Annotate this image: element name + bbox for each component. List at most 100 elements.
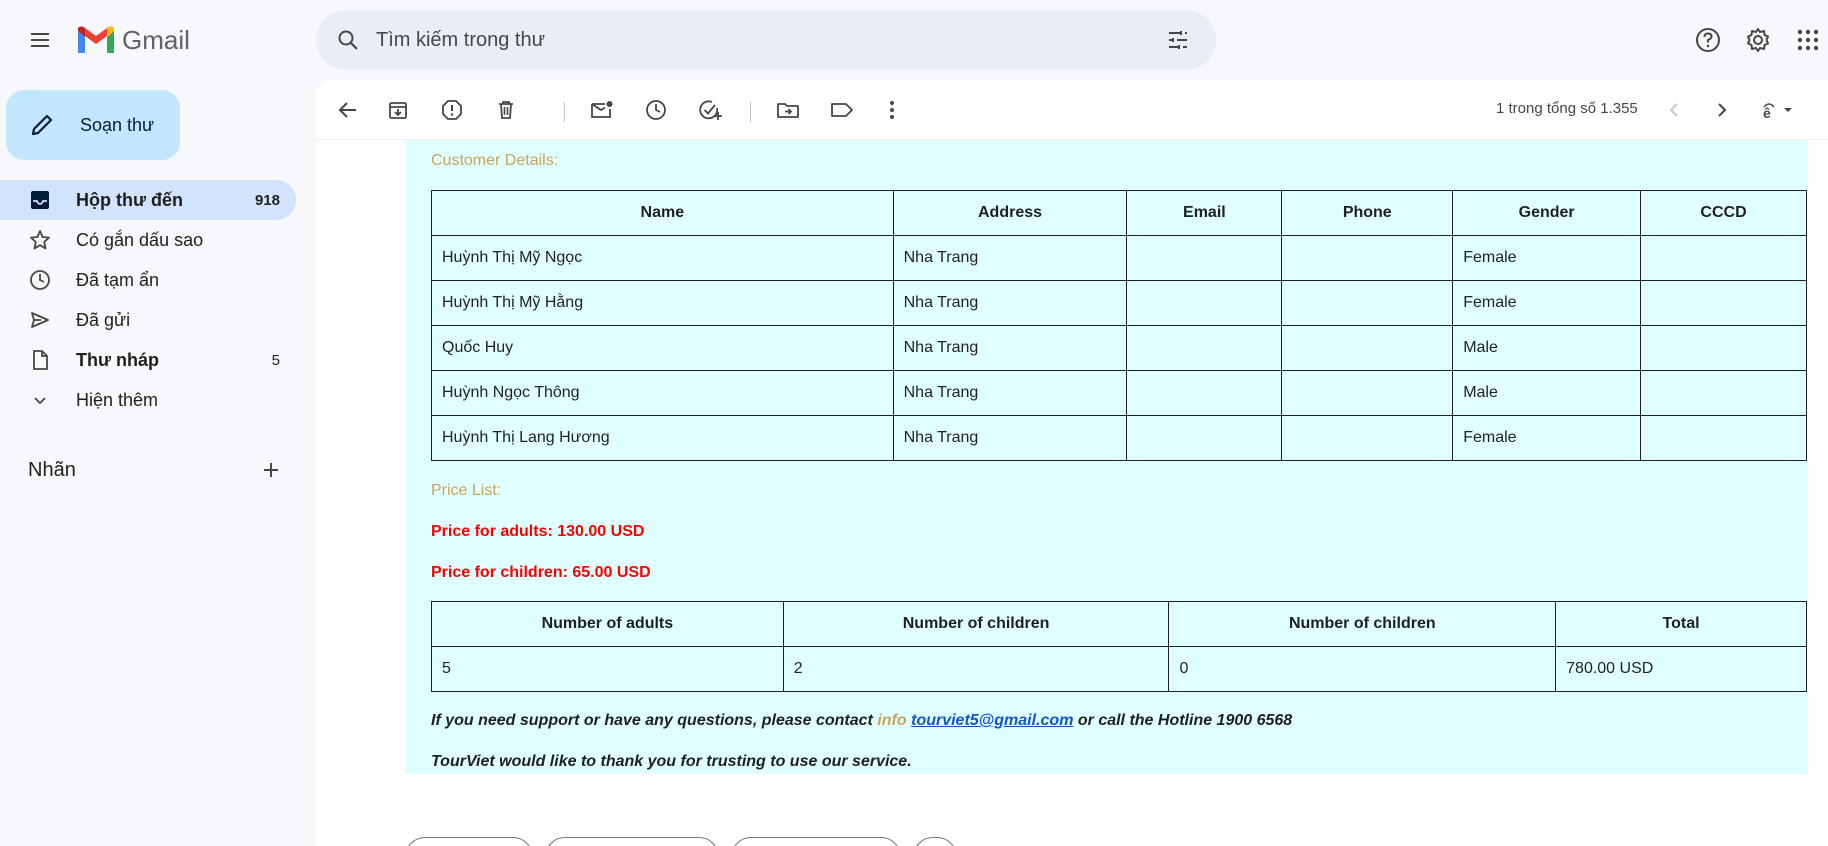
- clock-icon: [28, 268, 52, 292]
- sidebar-item-label: Hiện thêm: [76, 389, 159, 410]
- support-email-link[interactable]: tourviet5@gmail.com: [911, 712, 1073, 729]
- report-spam-icon[interactable]: [432, 90, 472, 130]
- support-suffix: or call the Hotline 1900 6568: [1073, 712, 1293, 729]
- top-right-actions: [1678, 20, 1828, 60]
- chevron-down-icon: [28, 388, 52, 412]
- compose-button[interactable]: Soạn thư: [6, 90, 180, 160]
- table-header-row: Number of adults Number of children Numb…: [431, 601, 1807, 647]
- emoji-reaction-button[interactable]: [913, 837, 957, 846]
- toolbar-divider: [750, 102, 751, 122]
- sidebar-item-label: Thư nháp: [76, 349, 160, 370]
- send-icon: [28, 308, 52, 332]
- table-cell: [1126, 235, 1283, 281]
- more-vert-icon[interactable]: [872, 90, 912, 130]
- table-cell: 0: [1168, 646, 1557, 692]
- email-body: Customer Details: Name Address Email Pho…: [405, 140, 1807, 774]
- message-toolbar: 1 trong tổng số 1.355 ê: [316, 80, 1828, 140]
- reply-all-button[interactable]: [545, 837, 719, 846]
- unread-count: 918: [254, 191, 280, 209]
- move-to-folder-icon[interactable]: [768, 90, 808, 130]
- snooze-clock-icon[interactable]: [636, 90, 676, 130]
- apps-grid-icon[interactable]: [1788, 20, 1828, 60]
- table-cell: [1281, 415, 1454, 461]
- column-header: Total: [1555, 601, 1807, 647]
- add-task-icon[interactable]: [690, 90, 730, 130]
- table-cell: [1640, 280, 1807, 326]
- table-cell: Huỳnh Thị Mỹ Hằng: [431, 280, 894, 326]
- search-input[interactable]: [376, 28, 1136, 52]
- labels-header: Nhãn: [28, 450, 286, 490]
- table-cell: [1281, 280, 1454, 326]
- forward-button[interactable]: [731, 837, 901, 846]
- app-name: Gmail: [122, 24, 190, 55]
- gmail-m-icon: [78, 26, 114, 53]
- star-icon: [28, 228, 52, 252]
- inbox-icon: [28, 188, 52, 212]
- compose-label: Soạn thư: [80, 114, 155, 135]
- file-icon: [28, 348, 52, 372]
- settings-gear-icon[interactable]: [1738, 20, 1778, 60]
- table-cell: [1281, 370, 1454, 416]
- column-header: Email: [1126, 190, 1283, 236]
- chevron-left-icon[interactable]: [1654, 90, 1694, 130]
- column-header: Number of children: [782, 601, 1170, 647]
- table-cell: Nha Trang: [892, 280, 1128, 326]
- table-row: 5 2 0 780.00 USD: [431, 646, 1807, 692]
- column-header: Name: [431, 190, 894, 236]
- search-icon[interactable]: [328, 20, 368, 60]
- label-tag-icon[interactable]: [822, 90, 862, 130]
- table-cell: [1640, 235, 1807, 281]
- sidebar-item-starred[interactable]: Có gắn dấu sao: [0, 220, 296, 260]
- table-cell: Huỳnh Thị Lang Hương: [431, 415, 894, 461]
- svg-text:ê: ê: [1763, 105, 1771, 121]
- price-list-title: Price List:: [431, 482, 502, 499]
- sidebar-item-label: Có gắn dấu sao: [76, 229, 204, 250]
- table-cell: Female: [1452, 280, 1642, 326]
- archive-icon[interactable]: [378, 90, 418, 130]
- table-row: Huỳnh Thị Lang Hương Nha Trang Female: [431, 415, 1807, 461]
- help-icon[interactable]: [1688, 20, 1728, 60]
- main-menu-icon[interactable]: [20, 20, 60, 60]
- sidebar-nav: Hộp thư đến 918 Có gắn dấu sao Đã tạm ẩn…: [0, 180, 296, 420]
- search-options-icon[interactable]: [1158, 20, 1198, 60]
- table-cell: Nha Trang: [892, 370, 1128, 416]
- sidebar-item-snoozed[interactable]: Đã tạm ẩn: [0, 260, 296, 300]
- column-header: Number of adults: [431, 601, 784, 647]
- chevron-right-icon[interactable]: [1702, 90, 1742, 130]
- input-tools-icon[interactable]: ê: [1750, 90, 1810, 130]
- price-adults: Price for adults: 130.00 USD: [431, 523, 645, 540]
- sidebar-item-label: Đã tạm ẩn: [76, 269, 160, 290]
- thanks-text: TourViet would like to thank you for tru…: [431, 753, 912, 770]
- trash-icon[interactable]: [486, 90, 526, 130]
- table-cell: Nha Trang: [892, 325, 1128, 371]
- booking-summary-table: Number of adults Number of children Numb…: [431, 601, 1807, 692]
- search-bar[interactable]: [316, 10, 1216, 70]
- mark-unread-icon[interactable]: [582, 90, 622, 130]
- sidebar-item-inbox[interactable]: Hộp thư đến 918: [0, 180, 296, 220]
- message-view: 1 trong tổng số 1.355 ê Customer Details…: [316, 80, 1828, 846]
- table-cell: Female: [1452, 415, 1642, 461]
- add-label-plus-icon[interactable]: [256, 455, 286, 485]
- table-cell: Male: [1452, 325, 1642, 371]
- table-cell: [1281, 325, 1454, 371]
- table-cell: [1126, 280, 1283, 326]
- support-prefix: If you need support or have any question…: [431, 712, 878, 729]
- table-row: Huỳnh Ngọc Thông Nha Trang Male: [431, 370, 1807, 416]
- sidebar-item-label: Đã gửi: [76, 309, 131, 330]
- support-text: If you need support or have any question…: [431, 712, 1292, 730]
- sidebar-item-drafts[interactable]: Thư nháp 5: [0, 340, 296, 380]
- table-cell: 780.00 USD: [1555, 646, 1807, 692]
- reply-button[interactable]: [405, 837, 533, 846]
- table-cell: Huỳnh Ngọc Thông: [431, 370, 894, 416]
- table-cell: Male: [1452, 370, 1642, 416]
- sidebar-item-more[interactable]: Hiện thêm: [0, 380, 296, 420]
- table-cell: [1126, 325, 1283, 371]
- toolbar-divider: [564, 102, 565, 122]
- gmail-logo[interactable]: Gmail: [76, 22, 190, 58]
- customer-details-title: Customer Details:: [431, 152, 559, 169]
- table-cell: [1281, 235, 1454, 281]
- table-cell: [1126, 415, 1283, 461]
- sidebar-item-sent[interactable]: Đã gửi: [0, 300, 296, 340]
- back-arrow-icon[interactable]: [328, 90, 368, 130]
- sidebar-item-label: Hộp thư đến: [76, 189, 184, 210]
